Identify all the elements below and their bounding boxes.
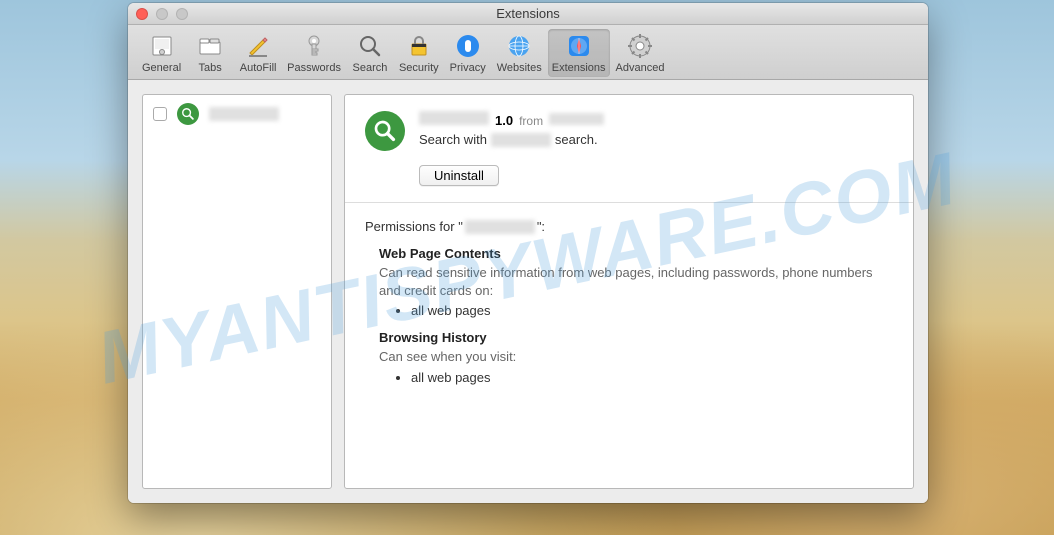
divider bbox=[345, 202, 913, 203]
extension-title-row: 1.0 from bbox=[419, 111, 604, 128]
search-icon bbox=[355, 31, 385, 61]
tab-general[interactable]: General bbox=[138, 29, 185, 77]
privacy-icon bbox=[453, 31, 483, 61]
tab-label: Search bbox=[353, 62, 388, 74]
uninstall-button[interactable]: Uninstall bbox=[419, 165, 499, 186]
tab-tabs[interactable]: Tabs bbox=[187, 29, 233, 77]
tab-label: General bbox=[142, 62, 181, 74]
tab-label: Advanced bbox=[616, 62, 665, 74]
permission-bullet: all web pages bbox=[411, 370, 893, 385]
tab-websites[interactable]: Websites bbox=[493, 29, 546, 77]
extensions-icon bbox=[564, 31, 594, 61]
extensions-list bbox=[142, 94, 332, 489]
tab-privacy[interactable]: Privacy bbox=[445, 29, 491, 77]
tab-label: Websites bbox=[497, 62, 542, 74]
permissions-heading: Permissions for " ": bbox=[365, 219, 893, 234]
passwords-icon bbox=[299, 31, 329, 61]
extension-name-redacted bbox=[491, 133, 551, 147]
extension-name-redacted bbox=[419, 111, 489, 125]
extension-list-item[interactable] bbox=[143, 95, 331, 133]
tab-extensions[interactable]: Extensions bbox=[548, 29, 610, 77]
websites-icon bbox=[504, 31, 534, 61]
extension-vendor-redacted bbox=[549, 113, 604, 125]
from-label: from bbox=[519, 114, 543, 128]
toolbar: General Tabs AutoFill Passwords Search bbox=[128, 25, 928, 80]
autofill-icon bbox=[243, 31, 273, 61]
tab-label: Security bbox=[399, 62, 439, 74]
tab-label: Extensions bbox=[552, 62, 606, 74]
content-area: 1.0 from Search with search. Uninstall P… bbox=[128, 80, 928, 503]
tab-label: Tabs bbox=[199, 62, 222, 74]
tab-passwords[interactable]: Passwords bbox=[283, 29, 345, 77]
permission-block-web-contents: Web Page Contents Can read sensitive inf… bbox=[365, 246, 893, 318]
tab-security[interactable]: Security bbox=[395, 29, 443, 77]
permission-desc: Can read sensitive information from web … bbox=[379, 264, 893, 299]
extension-item-icon bbox=[177, 103, 199, 125]
uninstall-row: Uninstall bbox=[365, 165, 893, 186]
tab-label: Passwords bbox=[287, 62, 341, 74]
extension-checkbox[interactable] bbox=[153, 107, 167, 121]
tab-label: Privacy bbox=[450, 62, 486, 74]
extension-name-redacted bbox=[209, 107, 279, 121]
tab-search[interactable]: Search bbox=[347, 29, 393, 77]
extension-header: 1.0 from Search with search. bbox=[365, 111, 893, 151]
extension-description: Search with search. bbox=[419, 132, 604, 147]
preferences-window: Extensions General Tabs AutoFill Passwor… bbox=[128, 3, 928, 503]
extension-detail-panel: 1.0 from Search with search. Uninstall P… bbox=[344, 94, 914, 489]
permission-title: Web Page Contents bbox=[379, 246, 893, 261]
general-icon bbox=[147, 31, 177, 61]
advanced-icon bbox=[625, 31, 655, 61]
extension-version: 1.0 bbox=[495, 113, 513, 128]
permission-bullet: all web pages bbox=[411, 303, 893, 318]
tab-autofill[interactable]: AutoFill bbox=[235, 29, 281, 77]
tabs-icon bbox=[195, 31, 225, 61]
extension-name-redacted bbox=[465, 220, 535, 234]
tab-advanced[interactable]: Advanced bbox=[612, 29, 669, 77]
extension-detail-icon bbox=[365, 111, 405, 151]
security-icon bbox=[404, 31, 434, 61]
permission-desc: Can see when you visit: bbox=[379, 348, 893, 366]
window-title: Extensions bbox=[128, 6, 928, 21]
permission-block-history: Browsing History Can see when you visit:… bbox=[365, 330, 893, 385]
tab-label: AutoFill bbox=[240, 62, 277, 74]
permission-title: Browsing History bbox=[379, 330, 893, 345]
titlebar[interactable]: Extensions bbox=[128, 3, 928, 25]
